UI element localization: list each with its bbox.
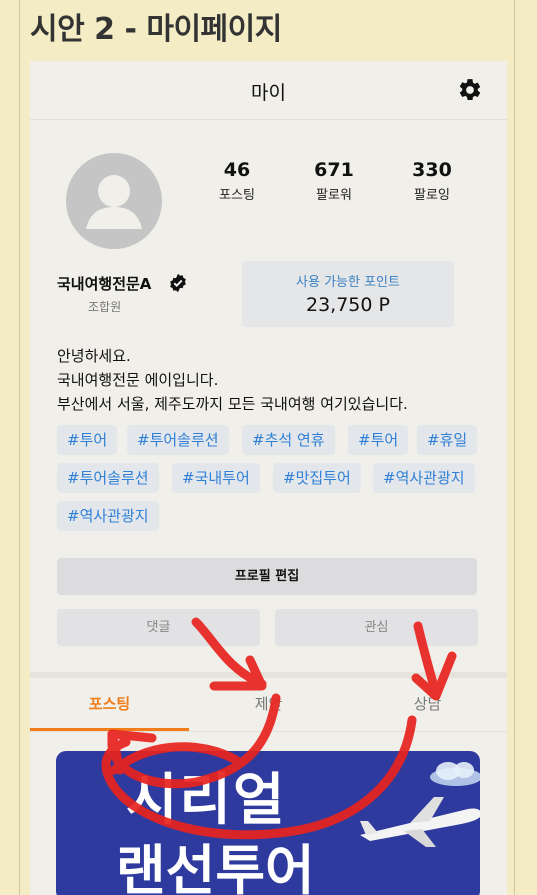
points-value: 23,750 P	[306, 294, 390, 316]
post-title-line2: 랜선투어	[116, 839, 315, 895]
stat-posts[interactable]: 46 포스팅	[202, 159, 272, 203]
cloud-icon	[430, 762, 480, 786]
tab-posts[interactable]: 포스팅	[30, 678, 189, 731]
left-guide-line	[19, 0, 20, 895]
tag-chip[interactable]: #추석 연휴	[242, 425, 335, 455]
stat-following[interactable]: 330 팔로잉	[397, 159, 467, 203]
top-bar-title: 마이	[251, 82, 286, 104]
bio-line: 안녕하세요.	[57, 347, 131, 365]
bio-line: 국내여행전문 에이입니다.	[57, 371, 219, 389]
right-guide-line	[514, 0, 515, 895]
user-role: 조합원	[88, 300, 122, 314]
points-label: 사용 가능한 포인트	[296, 275, 400, 290]
page-heading: 시안 2 - 마이페이지	[30, 12, 282, 47]
post-thumbnail[interactable]: 시리얼 랜선투어	[56, 751, 480, 895]
airplane-icon	[360, 797, 480, 847]
stat-following-label: 팔로잉	[414, 188, 450, 203]
edit-profile-button[interactable]: 프로필 편집	[57, 558, 477, 595]
active-tab-indicator	[30, 728, 189, 731]
points-card[interactable]: 사용 가능한 포인트 23,750 P	[242, 261, 454, 327]
tab-proposals[interactable]: 제안	[189, 678, 348, 731]
stat-posts-label: 포스팅	[219, 188, 255, 203]
interests-button[interactable]: 관심	[275, 609, 478, 646]
tag-chip[interactable]: #투어솔루션	[127, 425, 229, 455]
stat-following-value: 330	[412, 159, 452, 181]
verified-check-icon	[170, 273, 186, 293]
gear-icon[interactable]	[457, 77, 483, 103]
tag-chip[interactable]: #투어	[57, 425, 118, 455]
tag-chip[interactable]: #휴일	[417, 425, 478, 455]
tag-chip[interactable]: #역사관광지	[373, 463, 475, 493]
user-name: 국내여행전문A	[57, 275, 152, 293]
tag-chip[interactable]: #투어솔루션	[57, 463, 159, 493]
tag-chip[interactable]: #국내투어	[172, 463, 260, 493]
tag-chip[interactable]: #역사관광지	[57, 501, 159, 531]
stat-followers[interactable]: 671 팔로워	[299, 159, 369, 203]
tab-consultation[interactable]: 상담	[348, 678, 507, 731]
tag-chip[interactable]: #투어	[348, 425, 409, 455]
stat-followers-value: 671	[314, 159, 354, 181]
content-tabs: 포스팅 제안 상담	[30, 678, 507, 732]
comments-button[interactable]: 댓글	[57, 609, 260, 646]
stat-followers-label: 팔로워	[316, 188, 352, 203]
profile-bio: 안녕하세요. 국내여행전문 에이입니다. 부산에서 서울, 제주도까지 모든 국…	[57, 344, 408, 416]
page-heading-bar: 시안 2 - 마이페이지	[0, 0, 537, 52]
post-title-line1: 시리얼	[126, 768, 287, 833]
stat-posts-value: 46	[223, 159, 251, 181]
mypage-screen: 마이 46 포스팅 671 팔로워 330 팔로잉 국내여행전문A 조합원 사용…	[30, 61, 507, 895]
tag-chip[interactable]: #맛집투어	[273, 463, 361, 493]
bio-line: 부산에서 서울, 제주도까지 모든 국내여행 여기있습니다.	[57, 395, 408, 413]
user-avatar-icon[interactable]	[66, 153, 162, 249]
top-bar: 마이	[30, 61, 507, 120]
